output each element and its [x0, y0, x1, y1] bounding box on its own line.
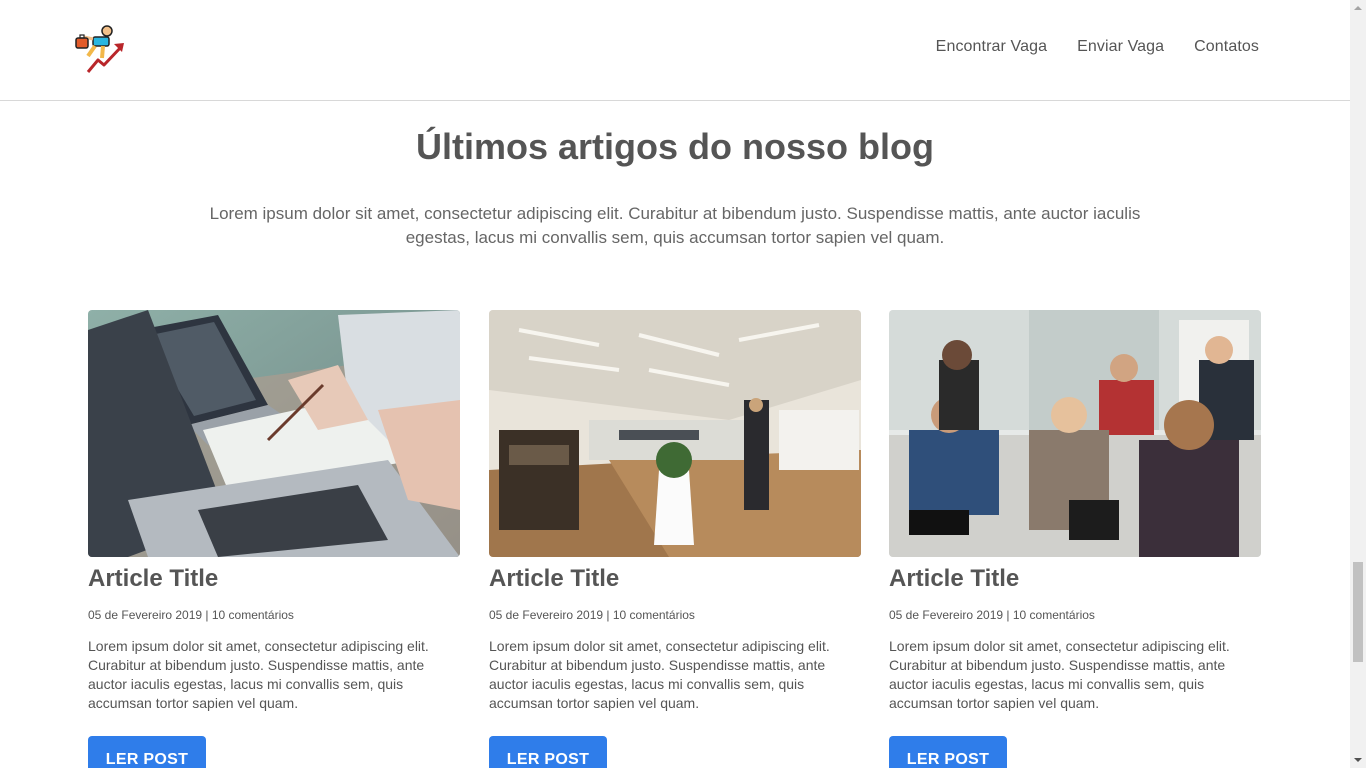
blog-section-title: Últimos artigos do nosso blog	[415, 126, 934, 167]
read-post-button[interactable]: LER POST	[489, 736, 607, 768]
scroll-down-arrow-icon[interactable]	[1350, 752, 1366, 768]
open-office-interior-photo	[489, 310, 861, 557]
article-title[interactable]: Article Title	[88, 565, 460, 593]
page: Encontrar Vaga Enviar Vaga Contatos Últi…	[0, 0, 1350, 768]
article-meta: 05 de Fevereiro 2019 | 10 comentários	[489, 608, 695, 622]
team-meeting-photo	[889, 310, 1261, 557]
article-meta: 05 de Fevereiro 2019 | 10 comentários	[88, 608, 294, 622]
blog-section-intro: Lorem ipsum dolor sit amet, consectetur …	[209, 204, 1141, 247]
site-header: Encontrar Vaga Enviar Vaga Contatos	[0, 0, 1350, 101]
article-excerpt: Lorem ipsum dolor sit amet, consectetur …	[88, 638, 429, 711]
scroll-up-arrow-icon[interactable]	[1350, 0, 1366, 16]
nav-encontrar-vaga[interactable]: Encontrar Vaga	[936, 38, 1047, 56]
logo-link[interactable]	[74, 24, 128, 76]
article-title[interactable]: Article Title	[489, 565, 861, 593]
climbing-man-arrow-logo	[75, 25, 124, 73]
article-card: Article Title 05 de Fevereiro 2019 | 10 …	[88, 310, 460, 768]
article-image-link[interactable]	[889, 310, 1261, 557]
main-nav: Encontrar Vaga Enviar Vaga Contatos	[936, 38, 1259, 56]
article-meta: 05 de Fevereiro 2019 | 10 comentários	[889, 608, 1095, 622]
vertical-scrollbar[interactable]	[1350, 0, 1366, 768]
read-post-button[interactable]: LER POST	[88, 736, 206, 768]
article-card: Article Title 05 de Fevereiro 2019 | 10 …	[489, 310, 861, 768]
read-post-button[interactable]: LER POST	[889, 736, 1007, 768]
laptops-notes-meeting-photo	[88, 310, 460, 557]
article-excerpt: Lorem ipsum dolor sit amet, consectetur …	[489, 638, 830, 711]
article-card: Article Title 05 de Fevereiro 2019 | 10 …	[889, 310, 1261, 768]
article-excerpt: Lorem ipsum dolor sit amet, consectetur …	[889, 638, 1230, 711]
article-image-link[interactable]	[489, 310, 861, 557]
article-title[interactable]: Article Title	[889, 565, 1261, 593]
nav-contatos[interactable]: Contatos	[1194, 38, 1259, 56]
scrollbar-thumb[interactable]	[1353, 562, 1363, 662]
nav-enviar-vaga[interactable]: Enviar Vaga	[1077, 38, 1164, 56]
article-image-link[interactable]	[88, 310, 460, 557]
